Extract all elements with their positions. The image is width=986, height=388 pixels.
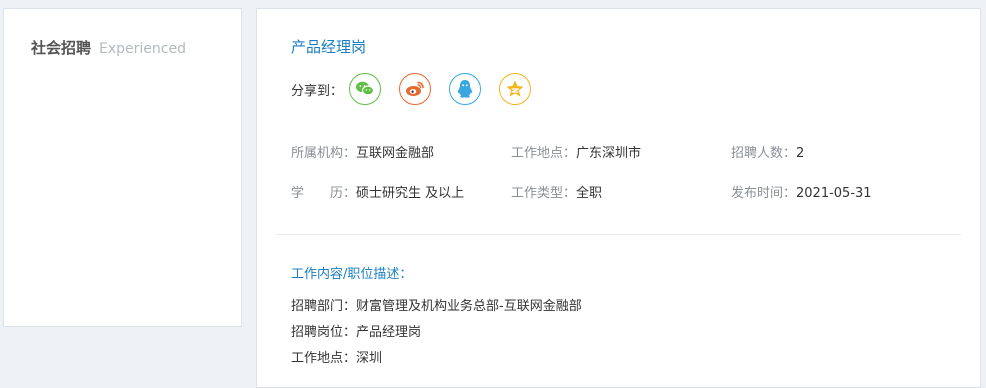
meta-type-value: 全职 <box>576 186 603 201</box>
share-label: 分享到： <box>291 83 344 99</box>
share-weibo-button[interactable] <box>399 73 432 105</box>
wechat-icon <box>356 81 375 96</box>
meta-org-label: 所属机构： <box>291 146 357 161</box>
job-detail-panel: 产品经理岗 分享到： 所属机构：互联网金融部 工作地点：广东深圳市 招聘人数：2… <box>256 8 981 388</box>
sidebar-title: 社会招聘 Experienced <box>31 37 186 58</box>
sidebar-title-cn: 社会招聘 <box>31 39 92 57</box>
share-wechat-button[interactable] <box>349 73 382 105</box>
meta-education-value: 硕士研究生 及以上 <box>356 186 465 201</box>
meta-type: 工作类型：全职 <box>511 182 602 201</box>
meta-type-label: 工作类型： <box>511 186 577 201</box>
meta-date-value: 2021-05-31 <box>796 186 872 201</box>
qq-icon <box>457 80 473 98</box>
meta-org: 所属机构：互联网金融部 <box>291 142 434 161</box>
share-qq-button[interactable] <box>449 73 482 105</box>
description-title: 工作内容/职位描述： <box>291 267 413 282</box>
meta-headcount: 招聘人数：2 <box>731 142 804 161</box>
meta-location-label: 工作地点： <box>511 146 577 161</box>
meta-headcount-label: 招聘人数： <box>731 146 797 161</box>
sidebar-panel: 社会招聘 Experienced <box>3 8 242 327</box>
description-line: 招聘岗位：产品经理岗 <box>291 325 422 340</box>
meta-date: 发布时间：2021-05-31 <box>731 182 872 201</box>
weibo-icon <box>406 81 424 96</box>
divider <box>276 234 961 235</box>
share-qzone-button[interactable] <box>499 73 532 105</box>
meta-date-label: 发布时间： <box>731 186 797 201</box>
sidebar-title-en: Experienced <box>99 41 186 57</box>
meta-org-value: 互联网金融部 <box>356 146 435 161</box>
meta-location: 工作地点：广东深圳市 <box>511 142 641 161</box>
description-line: 招聘部门：财富管理及机构业务总部-互联网金融部 <box>291 299 582 314</box>
meta-headcount-value: 2 <box>796 146 805 161</box>
job-title: 产品经理岗 <box>291 38 367 56</box>
meta-location-value: 广东深圳市 <box>576 146 642 161</box>
qzone-icon <box>506 80 524 97</box>
meta-education-label: 学 历： <box>291 186 357 201</box>
meta-education: 学 历：硕士研究生 及以上 <box>291 182 464 201</box>
share-bar: 分享到： <box>291 72 549 106</box>
description-line: 工作地点：深圳 <box>291 351 383 366</box>
